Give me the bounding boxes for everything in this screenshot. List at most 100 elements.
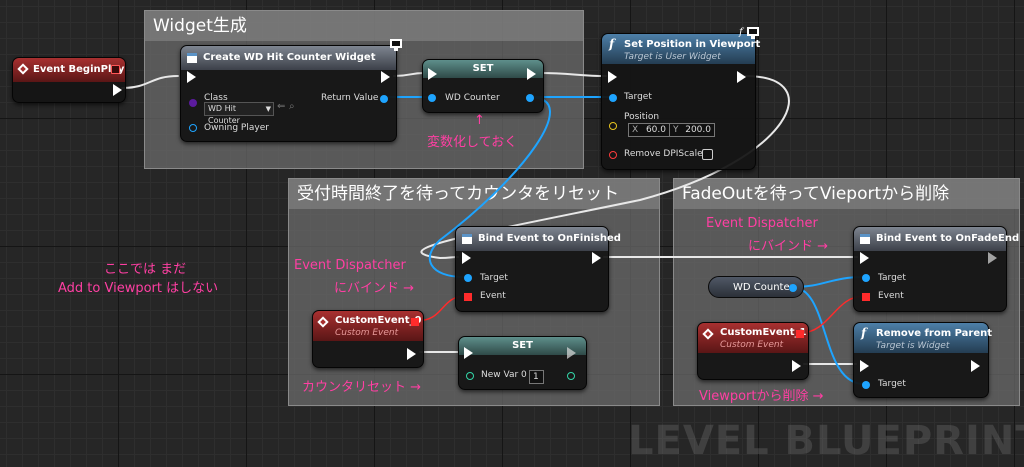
exec-output-pin[interactable] <box>737 71 746 83</box>
node-header: Event BeginPlay <box>13 58 125 82</box>
node-title: CustomEvent_0 <box>335 315 422 326</box>
annotation-counter-reset: カウンタリセット → <box>302 380 422 395</box>
exec-input-pin[interactable] <box>860 360 869 372</box>
exec-output-pin[interactable] <box>381 71 390 83</box>
set-wd-counter-node[interactable]: SET WD Counter <box>422 59 544 113</box>
exec-input-pin[interactable] <box>187 71 196 83</box>
new-var-label: New Var 0 <box>481 370 527 380</box>
return-value-pin[interactable] <box>380 95 388 103</box>
bind-event-onfinished-node[interactable]: Bind Event to OnFinished Target Event <box>455 226 621 312</box>
annotation-dispatcher2-line1: Event Dispatcher <box>706 216 818 231</box>
widget-icon <box>462 234 472 244</box>
remove-dpi-label: Remove DPIScale <box>624 149 703 159</box>
new-var-value-field[interactable]: 1 <box>529 370 544 384</box>
owning-player-label: Owning Player <box>204 123 269 133</box>
delegate-output-pin[interactable] <box>411 318 419 326</box>
annotation-not-yet-line2: Add to Viewport はしない <box>58 281 219 296</box>
level-blueprint-watermark: LEVEL BLUEPRINT <box>628 418 1024 464</box>
exec-output-pin[interactable] <box>567 347 576 359</box>
exec-wire <box>393 72 425 77</box>
exec-output-pin[interactable] <box>592 252 601 264</box>
node-title: SET <box>512 340 533 351</box>
owning-player-pin[interactable] <box>189 124 197 132</box>
wd-counter-output-pin[interactable] <box>526 94 534 102</box>
annotation-viewport-remove: Viewportから削除 → <box>699 389 824 404</box>
delegate-output-pin[interactable] <box>796 330 804 338</box>
y-axis-label: Y <box>673 125 679 135</box>
remove-dpi-input-pin[interactable] <box>609 151 617 159</box>
exec-output-pin[interactable] <box>792 360 801 372</box>
create-widget-node[interactable]: Create WD Hit Counter Widget Class WD Hi… <box>180 45 397 142</box>
target-input-pin[interactable] <box>464 274 472 282</box>
annotation-dispatcher2-line2: にバインド → <box>748 239 829 254</box>
new-var-output-pin[interactable] <box>567 372 575 380</box>
custom-event-1-node[interactable]: CustomEvent_1 Custom Event <box>697 322 809 380</box>
exec-input-pin[interactable] <box>860 252 869 264</box>
set-position-in-viewport-node[interactable]: f Set Position in Viewport Target is Use… <box>601 33 760 170</box>
event-beginplay-node[interactable]: Event BeginPlay <box>12 57 126 103</box>
node-header: Create WD Hit Counter Widget <box>181 46 396 70</box>
event-delegate-pin[interactable] <box>464 293 472 301</box>
exec-input-pin[interactable] <box>464 347 473 359</box>
exec-output-pin[interactable] <box>407 348 416 360</box>
function-icon: f <box>609 37 615 51</box>
node-header: SET <box>423 60 543 78</box>
new-var-input-pin[interactable] <box>466 372 474 380</box>
x-axis-label: X <box>632 125 639 135</box>
target-label: Target <box>624 92 652 102</box>
exec-output-pin[interactable] <box>988 252 997 264</box>
widget-icon <box>860 234 870 244</box>
node-header: Bind Event to OnFinished <box>456 227 621 251</box>
class-value: WD Hit Counter <box>208 104 240 125</box>
dropdown-icon: ▼ <box>265 105 271 113</box>
exec-input-pin[interactable] <box>428 68 437 80</box>
target-input-pin[interactable] <box>609 94 617 102</box>
function-badge-icon: f <box>739 27 743 38</box>
function-icon: f <box>861 326 867 340</box>
wd-counter-getter-node[interactable]: WD Counter <box>708 276 804 298</box>
position-y-field[interactable]: Y 200.0 <box>669 123 715 137</box>
position-input-pin[interactable] <box>609 122 617 130</box>
exec-output-pin[interactable] <box>971 360 980 372</box>
set-newvar-node[interactable]: SET New Var 0 1 <box>458 336 587 390</box>
exec-input-pin[interactable] <box>608 71 617 83</box>
exec-output-pin[interactable] <box>113 84 122 96</box>
delegate-output-pin[interactable] <box>111 65 120 74</box>
wd-counter-input-pin[interactable] <box>428 94 436 102</box>
x-value: 60.0 <box>645 125 666 135</box>
exec-wire <box>121 75 179 89</box>
annotation-arrow-up: ↑ <box>474 113 485 128</box>
exec-wire <box>539 72 607 77</box>
browse-icon[interactable]: ⇐ <box>277 101 285 112</box>
node-header: f Remove from Parent Target is Widget <box>854 323 992 353</box>
getter-label: WD Counter <box>733 282 794 293</box>
target-input-pin[interactable] <box>862 274 870 282</box>
node-header: f Set Position in Viewport Target is Use… <box>602 34 760 64</box>
return-value-label: Return Value <box>321 93 379 103</box>
remove-from-parent-node[interactable]: f Remove from Parent Target is Widget Ta… <box>853 322 992 398</box>
target-label: Target <box>878 273 906 283</box>
widget-icon <box>187 53 197 63</box>
exec-output-pin[interactable] <box>527 68 536 80</box>
class-dropdown[interactable]: WD Hit Counter ▼ <box>204 102 274 125</box>
diamond-event-icon <box>317 316 329 328</box>
node-title: Create WD Hit Counter Widget <box>203 52 376 63</box>
node-subtitle: Custom Event <box>720 340 784 350</box>
search-icon[interactable]: ⌕ <box>289 101 295 112</box>
node-title: Bind Event to OnFinished <box>478 233 621 244</box>
exec-input-pin[interactable] <box>462 252 471 264</box>
monitor-icon <box>747 27 759 39</box>
event-label: Event <box>480 291 506 301</box>
position-label: Position <box>624 112 660 122</box>
remove-dpi-checkbox[interactable] <box>702 149 713 160</box>
custom-event-0-node[interactable]: CustomEvent_0 Custom Event <box>312 310 424 368</box>
wd-counter-output-pin[interactable] <box>789 284 797 292</box>
event-delegate-pin[interactable] <box>862 293 870 301</box>
bind-event-onfadeend-node[interactable]: Bind Event to OnFadeEnd Target Event <box>853 226 1019 312</box>
class-input-pin[interactable] <box>189 99 197 107</box>
annotation-dispatcher1-line1: Event Dispatcher <box>294 258 406 273</box>
blueprint-graph-canvas[interactable]: Widget生成 受付時間終了を待ってカウンタをリセット FadeOutを待って… <box>0 0 1024 467</box>
target-input-pin[interactable] <box>862 381 870 389</box>
node-header: CustomEvent_0 Custom Event <box>313 311 423 341</box>
position-x-field[interactable]: X 60.0 <box>628 123 670 137</box>
